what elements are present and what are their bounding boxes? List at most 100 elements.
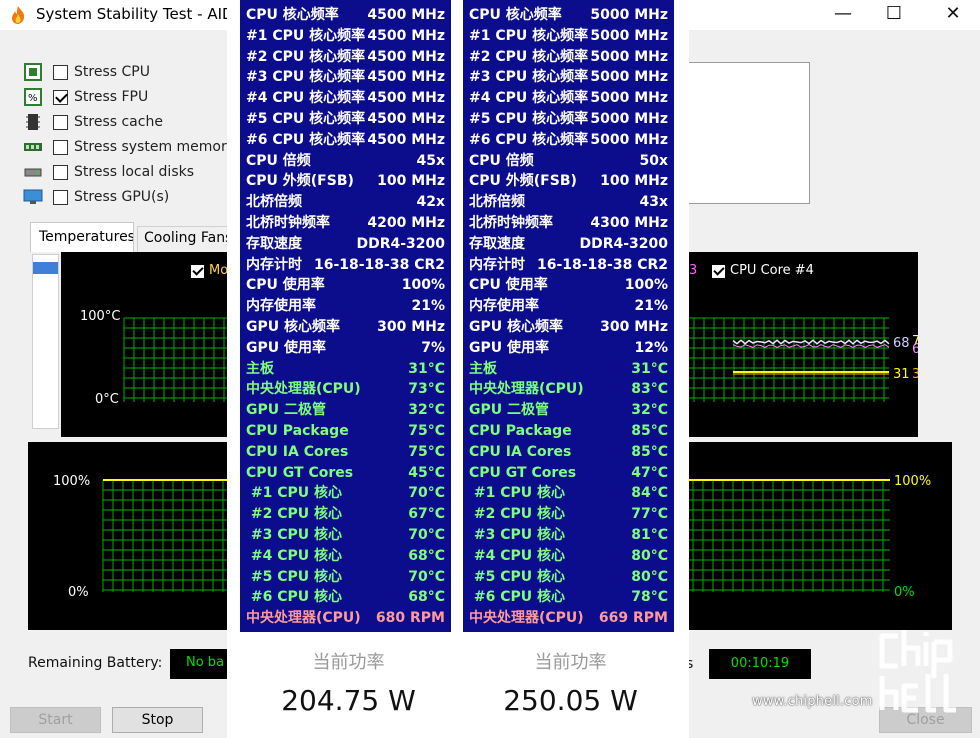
sensor-label: CPU 核心频率 <box>246 7 339 23</box>
sensor-row: CPU 使用率 100% <box>469 275 668 296</box>
legend-checkbox-cpu-core-4[interactable] <box>712 265 725 278</box>
cache-icon <box>23 113 43 131</box>
battery-label: Remaining Battery: <box>28 655 163 671</box>
scroll-thumb[interactable] <box>33 262 58 274</box>
stress-option-1[interactable]: % Stress FPU <box>23 86 148 108</box>
status-panel <box>668 62 810 204</box>
sensor-value: DDR4-3200 <box>356 235 445 252</box>
sensor-row: CPU GT Cores 45°C <box>246 463 445 484</box>
sensor-value: 45x <box>416 152 445 169</box>
sensor-list-scroll[interactable] <box>32 254 59 429</box>
sensor-label: #2 CPU 核心 <box>246 506 342 523</box>
sensor-value: 80°C <box>631 568 668 585</box>
sensor-label: 主板 <box>469 360 497 377</box>
sensor-label: #3 CPU 核心 <box>246 527 342 543</box>
sensor-label: #5 CPU 核心 <box>469 568 565 585</box>
stress-checkbox-2[interactable] <box>53 114 68 130</box>
sensor-value: 100% <box>401 277 445 294</box>
gpu-icon <box>23 188 43 206</box>
sensor-label: 中央处理器(CPU) <box>469 610 584 627</box>
stress-checkbox-1[interactable] <box>53 89 68 105</box>
memory-icon <box>23 138 43 156</box>
sensor-row: #2 CPU 核心频率 4500 MHz <box>246 47 445 68</box>
sensor-value: 75°C <box>408 443 445 460</box>
tab-cooling-fans[interactable]: Cooling Fans <box>137 226 229 252</box>
sensor-row: GPU 二极管 32°C <box>246 400 445 421</box>
sensor-label: GPU 核心频率 <box>246 319 340 335</box>
maximize-button[interactable]: ☐ <box>871 0 917 30</box>
sensor-value: 5000 MHz <box>590 90 668 107</box>
sensor-value: 78°C <box>631 589 668 606</box>
stress-option-5[interactable]: Stress GPU(s) <box>23 186 169 208</box>
sensor-row: GPU 使用率 7% <box>246 338 445 359</box>
disk-icon <box>23 163 43 181</box>
sensor-value: 300 MHz <box>600 319 668 335</box>
sensor-value: 669 RPM <box>598 610 668 627</box>
sensor-label: 北桥时钟频率 <box>246 215 330 231</box>
elapsed-time: 00:10:19 <box>709 649 811 679</box>
sensor-label: CPU 倍频 <box>469 152 534 169</box>
sensor-label: GPU 二极管 <box>246 402 326 419</box>
sensor-label: 存取速度 <box>246 235 302 252</box>
sensor-value: 4500 MHz <box>367 48 445 65</box>
sensor-label: 北桥时钟频率 <box>469 215 553 231</box>
usage-axis-bottom-right: 0% <box>894 585 915 600</box>
stop-button[interactable]: Stop <box>112 707 203 733</box>
sensor-row: #4 CPU 核心频率 5000 MHz <box>469 88 668 109</box>
sensor-value: 7% <box>421 339 445 356</box>
sensor-label: #4 CPU 核心频率 <box>246 90 366 107</box>
sensor-label: 中央处理器(CPU) <box>246 381 361 398</box>
sensor-label: #2 CPU 核心 <box>469 506 565 523</box>
stress-label-3: Stress system memory <box>74 139 236 155</box>
sensor-row: #6 CPU 核心 78°C <box>469 587 668 608</box>
tab-temperatures[interactable]: Temperatures <box>30 222 134 252</box>
sensor-row: CPU IA Cores 85°C <box>469 442 668 463</box>
sensor-value: 4500 MHz <box>367 7 445 23</box>
sensor-value: 68°C <box>408 547 445 564</box>
sensor-row: 存取速度 DDR4-3200 <box>246 234 445 255</box>
stress-option-2[interactable]: Stress cache <box>23 111 163 133</box>
stress-option-4[interactable]: Stress local disks <box>23 161 194 183</box>
sensor-value: 31°C <box>408 360 445 377</box>
usage-axis-top-right: 100% <box>894 474 932 489</box>
sensor-label: CPU 外频(FSB) <box>469 173 577 190</box>
chiphell-logo <box>879 630 956 713</box>
sensor-row: #1 CPU 核心 84°C <box>469 483 668 504</box>
stress-checkbox-3[interactable] <box>53 139 68 155</box>
minimize-button[interactable]: — <box>820 0 866 30</box>
sensor-row: 中央处理器(CPU) 669 RPM <box>469 608 668 629</box>
start-button[interactable]: Start <box>10 707 101 733</box>
sensor-label: 中央处理器(CPU) <box>246 610 361 627</box>
sensor-row: #5 CPU 核心频率 4500 MHz <box>246 109 445 130</box>
sensor-value: 100% <box>624 277 668 294</box>
sensor-row: #2 CPU 核心 67°C <box>246 504 445 525</box>
sensor-label: 北桥倍频 <box>469 194 525 211</box>
sensor-value: 70°C <box>408 527 445 543</box>
power-value-left: 204.75 W <box>281 684 416 717</box>
stress-checkbox-0[interactable] <box>53 64 68 80</box>
stress-checkbox-5[interactable] <box>53 189 68 205</box>
stress-option-3[interactable]: Stress system memory <box>23 136 235 158</box>
sensor-row: 内存使用率 21% <box>246 296 445 317</box>
temp-readout: 62 <box>912 342 918 357</box>
sensor-row: #3 CPU 核心频率 4500 MHz <box>246 67 445 88</box>
sensor-row: #5 CPU 核心 80°C <box>469 567 668 588</box>
temp-axis-top: 100°C <box>80 309 121 324</box>
sensor-row: 中央处理器(CPU) 83°C <box>469 379 668 400</box>
sensor-label: CPU Package <box>246 423 349 439</box>
sensor-value: 5000 MHz <box>590 131 668 148</box>
sensor-label: #6 CPU 核心频率 <box>246 131 366 148</box>
close-window-button[interactable]: ✕ <box>930 0 976 30</box>
sensor-row: #3 CPU 核心 70°C <box>246 525 445 546</box>
stress-option-0[interactable]: Stress CPU <box>23 61 150 83</box>
sensor-value: 5000 MHz <box>590 27 668 44</box>
sensor-value: 83°C <box>631 381 668 398</box>
stress-label-4: Stress local disks <box>74 164 195 180</box>
sensor-label: CPU GT Cores <box>246 464 354 481</box>
sensor-value: 32°C <box>631 402 668 419</box>
legend-checkbox-motherboard[interactable] <box>191 265 204 278</box>
stress-checkbox-4[interactable] <box>53 164 68 180</box>
sensor-panel-left: CPU 核心频率 4500 MHz #1 CPU 核心频率 4500 MHz #2 CP… <box>240 0 451 632</box>
sensor-label: GPU 核心频率 <box>469 319 563 335</box>
sensor-value: 4500 MHz <box>367 131 445 148</box>
